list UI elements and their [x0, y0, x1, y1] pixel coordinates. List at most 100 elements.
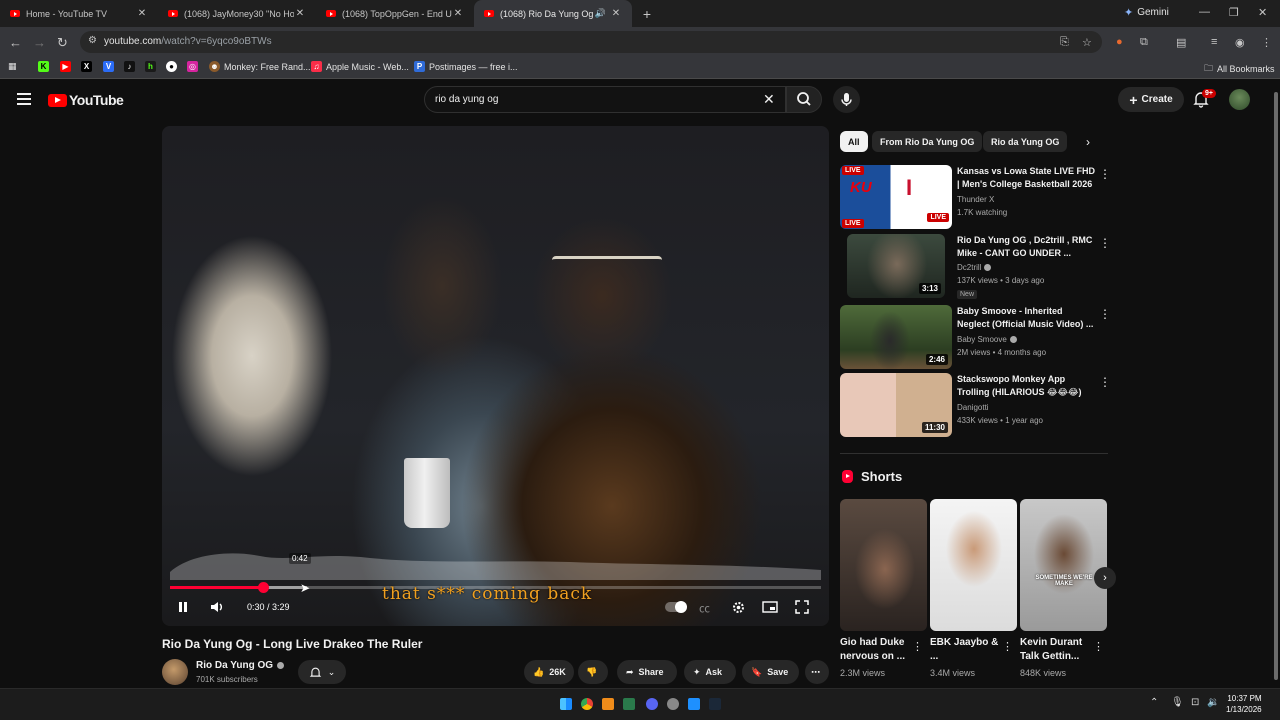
- closed-captions-icon[interactable]: ㏄: [699, 600, 710, 616]
- like-button[interactable]: 👍 26K: [524, 660, 574, 684]
- close-icon[interactable]: ✕: [294, 8, 306, 19]
- kebab-menu-icon[interactable]: ⋮: [1002, 640, 1013, 653]
- kebab-menu-icon[interactable]: ⋮: [912, 640, 923, 653]
- create-button[interactable]: + Create: [1118, 87, 1184, 112]
- bookmark-vpn[interactable]: V: [103, 61, 114, 72]
- channel-name[interactable]: Rio Da Yung OG: [196, 660, 285, 671]
- dislike-button[interactable]: 👎: [578, 660, 608, 684]
- short-thumbnail[interactable]: [930, 499, 1017, 631]
- kebab-menu-icon[interactable]: ⋮: [1099, 307, 1111, 321]
- account-avatar[interactable]: [1229, 89, 1250, 110]
- close-icon[interactable]: ✕: [452, 8, 464, 19]
- chip-related[interactable]: Rio da Yung OG: [983, 131, 1068, 152]
- browser-tab[interactable]: Home - YouTube TV ✕: [0, 0, 158, 27]
- volume-icon[interactable]: 🔉: [1207, 697, 1219, 708]
- kebab-menu-icon[interactable]: ⋮: [1099, 167, 1111, 181]
- app-icon[interactable]: [623, 698, 635, 710]
- taskbar-clock[interactable]: 10:37 PM 1/13/2026: [1226, 693, 1262, 715]
- recommendation-item[interactable]: KU I LIVE LIVE LIVE Kansas vs Lowa State…: [840, 165, 1111, 229]
- recommendation-channel[interactable]: Baby Smoove: [957, 335, 1017, 344]
- video-thumbnail[interactable]: 3:13: [847, 234, 945, 298]
- chrome-icon[interactable]: [581, 698, 593, 710]
- new-tab-button[interactable]: +: [636, 3, 658, 25]
- scrubber-handle[interactable]: [258, 582, 270, 593]
- settings-icon[interactable]: [667, 698, 679, 710]
- kebab-menu-icon[interactable]: ⋮: [1093, 640, 1104, 653]
- forward-icon[interactable]: →: [33, 35, 46, 50]
- extensions-puzzle-icon[interactable]: ⧉: [1140, 36, 1148, 49]
- close-icon[interactable]: ✕: [610, 8, 622, 19]
- pause-button[interactable]: [176, 600, 190, 619]
- search-input[interactable]: rio da yung og: [424, 86, 786, 113]
- kebab-menu-icon[interactable]: ⋮: [1099, 375, 1111, 389]
- microphone-icon[interactable]: 🎙: [1171, 697, 1184, 708]
- voice-search-button[interactable]: [833, 86, 860, 113]
- settings-button[interactable]: [731, 600, 746, 620]
- chip-from-channel[interactable]: From Rio Da Yung OG: [872, 131, 983, 152]
- short-title[interactable]: EBK Jaaybo & ...: [930, 636, 1000, 664]
- steam-icon[interactable]: [709, 698, 721, 710]
- bookmark-tiktok[interactable]: ♪: [124, 61, 135, 72]
- video-player[interactable]: 0:42 ➤ that s*** coming back 0:30 / 3:29…: [162, 126, 829, 626]
- volume-button[interactable]: [209, 600, 225, 619]
- youtube-logo[interactable]: YouTube: [48, 92, 124, 108]
- video-thumbnail[interactable]: 2:46: [840, 305, 952, 369]
- video-thumbnail[interactable]: 11:30: [840, 373, 952, 437]
- close-icon[interactable]: ✕: [136, 8, 148, 19]
- recommendation-item[interactable]: 2:46 Baby Smoove - Inherited Neglect (Of…: [840, 305, 1111, 369]
- minimize-icon[interactable]: —: [1199, 6, 1210, 18]
- bookmark-monkey[interactable]: ☻ Monkey: Free Rand...: [209, 61, 311, 72]
- recommendation-channel[interactable]: Dc2trill: [957, 263, 992, 272]
- bookmark-kick[interactable]: K: [38, 61, 49, 72]
- network-icon[interactable]: ⊡: [1191, 697, 1199, 708]
- subscribed-notifications-button[interactable]: ⌄: [298, 660, 346, 684]
- restore-icon[interactable]: ❐: [1229, 6, 1239, 19]
- bookmark-star-icon[interactable]: ☆: [1082, 36, 1092, 49]
- browser-tab[interactable]: (1068) JayMoney30 "No Hook" ✕: [158, 0, 316, 27]
- hamburger-menu-icon[interactable]: [17, 93, 31, 105]
- recommendation-item[interactable]: 3:13 Rio Da Yung OG , Dc2trill , RMC Mik…: [840, 234, 1111, 299]
- discord-icon[interactable]: [646, 698, 658, 710]
- bookmark-youtube[interactable]: ▶: [60, 61, 71, 72]
- browser-tab[interactable]: (1068) TopOppGen - End Up Da ✕: [316, 0, 474, 27]
- site-info-icon[interactable]: ⚙: [88, 35, 97, 46]
- recommendation-title[interactable]: Stackswopo Monkey App Trolling (HILARIOU…: [957, 373, 1097, 399]
- media-controls-icon[interactable]: ≡: [1211, 36, 1217, 48]
- short-thumbnail[interactable]: SOMETIMES WE'RE MAKE: [1020, 499, 1107, 631]
- menu-kebab-icon[interactable]: ⋮: [1261, 36, 1272, 49]
- share-button[interactable]: ➦ Share: [617, 660, 677, 684]
- scrollbar-thumb[interactable]: [1274, 92, 1278, 680]
- save-button[interactable]: 🔖 Save: [742, 660, 799, 684]
- kebab-menu-icon[interactable]: ⋮: [1099, 236, 1111, 250]
- chevron-right-icon[interactable]: ›: [1086, 135, 1090, 149]
- speaker-icon[interactable]: 🔊: [595, 8, 606, 19]
- profile-icon[interactable]: ◉: [1235, 36, 1245, 49]
- autoplay-toggle[interactable]: [665, 601, 687, 613]
- install-app-icon[interactable]: ⎘: [1060, 36, 1069, 49]
- bookmark-apple-music[interactable]: ♫ Apple Music - Web...: [311, 61, 409, 72]
- bookmark-postimages[interactable]: P Postimages — free i...: [414, 61, 518, 72]
- app-icon[interactable]: [602, 698, 614, 710]
- search-button[interactable]: [786, 86, 822, 113]
- short-title[interactable]: Kevin Durant Talk Gettin...: [1020, 636, 1090, 664]
- windows-start-icon[interactable]: [560, 698, 572, 710]
- bookmark-h[interactable]: h: [145, 61, 156, 72]
- bookmark-x[interactable]: X: [81, 61, 92, 72]
- clear-search-icon[interactable]: ✕: [763, 91, 775, 108]
- gemini-button[interactable]: ✦ Gemini: [1124, 6, 1169, 19]
- chevron-right-icon[interactable]: ›: [1094, 567, 1116, 589]
- address-bar[interactable]: ⚙ youtube.com/watch?v=6yqco9oBTWs: [80, 31, 1102, 53]
- apps-grid-icon[interactable]: ▦: [8, 61, 17, 72]
- all-bookmarks[interactable]: 🗀 All Bookmarks: [1204, 61, 1275, 77]
- short-title[interactable]: Gio had Duke nervous on ...: [840, 636, 910, 664]
- recommendation-channel[interactable]: Thunder X: [957, 195, 994, 204]
- ask-button[interactable]: ✦ Ask: [684, 660, 736, 684]
- browser-tab-active[interactable]: (1068) Rio Da Yung Og - Lo 🔊 ✕: [474, 0, 632, 27]
- video-thumbnail[interactable]: KU I LIVE LIVE LIVE: [840, 165, 952, 229]
- bookmark-circle[interactable]: ●: [166, 61, 177, 72]
- chevron-up-icon[interactable]: ⌃: [1150, 697, 1158, 708]
- bookmark-instagram[interactable]: ◎: [187, 61, 198, 72]
- chip-all[interactable]: All: [840, 131, 868, 152]
- extension-icon[interactable]: ●: [1116, 36, 1123, 48]
- fullscreen-button[interactable]: [795, 600, 809, 619]
